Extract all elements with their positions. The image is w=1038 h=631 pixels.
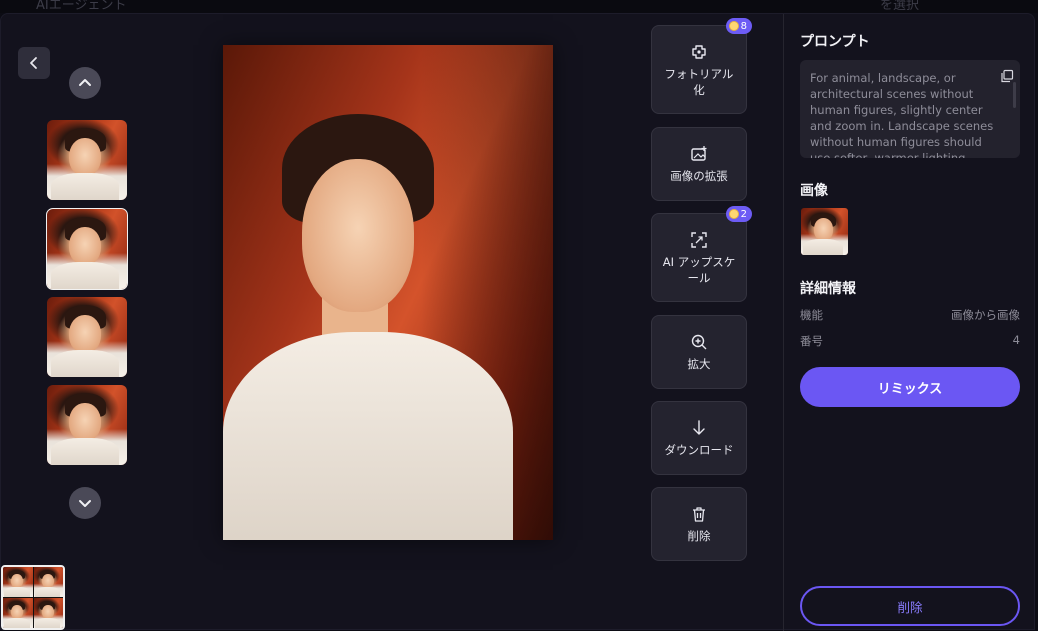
top-bar-left-text: AIエージェント (36, 0, 127, 13)
thumbnail-image (47, 209, 127, 289)
image-expand-button[interactable]: 画像の拡張 (651, 127, 747, 201)
detail-key: 番号 (800, 334, 823, 348)
source-image-thumbnail[interactable] (801, 208, 848, 255)
download-label: ダウンロード (664, 443, 734, 457)
chevron-left-icon (30, 57, 37, 69)
detail-value: 画像から画像 (951, 308, 1020, 322)
zoom-in-button[interactable]: 拡大 (651, 315, 747, 389)
grid-cell (33, 567, 63, 597)
detail-value: 4 (1012, 333, 1020, 347)
copy-icon[interactable] (1000, 68, 1014, 87)
credit-badge: 8 (725, 18, 752, 34)
trash-icon (689, 504, 709, 524)
coin-icon (728, 209, 739, 219)
image-detail-modal: 8 フォトリアル化 画像の拡張 2 AI アップスケール 拡大 ダウンロード 削… (0, 13, 1036, 631)
generation-grid-thumbnail[interactable] (1, 565, 65, 630)
grid-cell (3, 598, 33, 628)
scroll-up-button[interactable] (69, 67, 101, 99)
image-expand-icon (689, 144, 709, 164)
thumbnail-2-selected[interactable] (46, 208, 128, 290)
prompt-scrollbar[interactable] (1013, 82, 1016, 108)
zoom-in-icon (689, 332, 709, 352)
image-heading: 画像 (800, 183, 828, 199)
top-bar-right-text: を選択 (880, 0, 920, 13)
thumbnail-image (47, 297, 127, 377)
image-expand-label: 画像の拡張 (670, 169, 728, 183)
upscale-icon (689, 230, 709, 250)
prompt-heading: プロンプト (800, 34, 870, 50)
grid-cell (33, 598, 63, 628)
photorealistic-label: フォトリアル化 (664, 66, 734, 97)
prompt-box[interactable]: For animal, landscape, or architectural … (800, 60, 1020, 158)
grid-cell (3, 567, 33, 597)
details-panel: プロンプト For animal, landscape, or architec… (784, 14, 1036, 631)
back-button[interactable] (18, 47, 50, 79)
scroll-down-button[interactable] (69, 487, 101, 519)
detail-row-function: 機能 画像から画像 (800, 307, 1020, 323)
prompt-text: For animal, landscape, or architectural … (810, 71, 994, 158)
ai-upscale-button[interactable]: 2 AI アップスケール (651, 206, 752, 302)
zoom-in-label: 拡大 (687, 357, 711, 371)
delete-tool-label: 削除 (687, 529, 711, 543)
details-heading: 詳細情報 (800, 281, 856, 297)
photorealistic-button[interactable]: 8 フォトリアル化 (651, 18, 752, 114)
download-button[interactable]: ダウンロード (651, 401, 747, 475)
photorealistic-icon (689, 42, 709, 62)
chevron-up-icon (79, 79, 91, 86)
thumbnail-image (47, 385, 127, 465)
thumbnail-4[interactable] (47, 385, 127, 465)
ai-upscale-label: AI アップスケール (662, 254, 736, 285)
download-icon (689, 418, 709, 438)
main-preview-image (223, 45, 553, 540)
thumbnail-image (47, 120, 127, 200)
top-bar: AIエージェント を選択 (0, 0, 1038, 13)
delete-tool-button[interactable]: 削除 (651, 487, 747, 561)
credit-badge: 2 (725, 206, 752, 222)
detail-key: 機能 (800, 308, 823, 322)
delete-button[interactable]: 削除 (800, 586, 1020, 626)
thumbnail-1[interactable] (47, 120, 127, 200)
remix-button[interactable]: リミックス (800, 367, 1020, 407)
detail-row-number: 番号 4 (800, 333, 1020, 349)
chevron-down-icon (79, 500, 91, 507)
thumbnail-3[interactable] (47, 297, 127, 377)
coin-icon (728, 21, 739, 31)
